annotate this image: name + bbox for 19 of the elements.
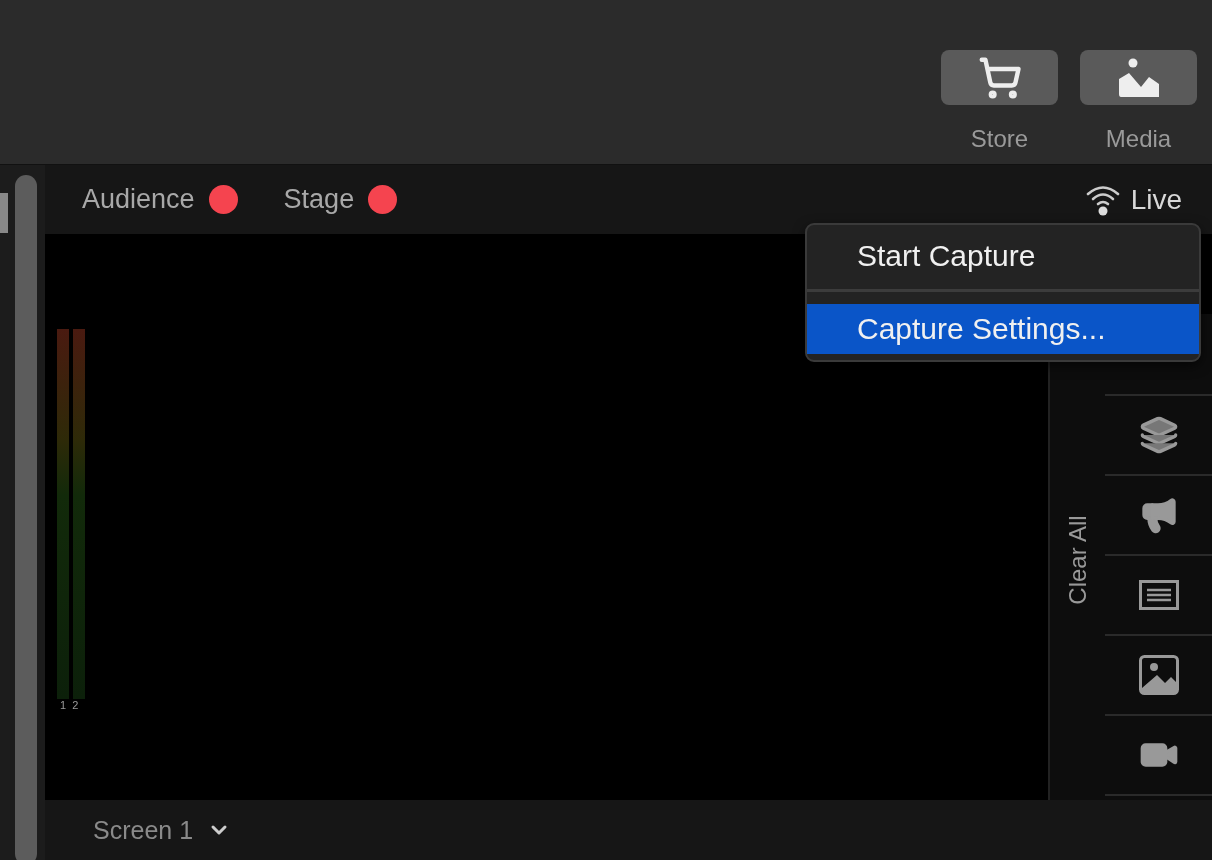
layers-icon xyxy=(1138,415,1179,455)
meter-channel-label: 1 xyxy=(60,699,67,711)
menu-item[interactable]: Start Capture xyxy=(807,231,1199,281)
toolbar-label: Store xyxy=(970,125,1029,153)
output-label: Stage xyxy=(283,184,355,215)
output-label: Audience xyxy=(82,184,195,215)
live-button[interactable]: Live xyxy=(1130,183,1182,216)
cart-icon xyxy=(977,55,1022,100)
store-button[interactable] xyxy=(941,50,1058,105)
text-block-icon xyxy=(1138,580,1179,610)
toolbar-label: Media xyxy=(1105,125,1172,153)
media-button[interactable] xyxy=(1080,50,1197,105)
panel-edge-handle xyxy=(0,193,8,233)
scrollbar-thumb[interactable] xyxy=(15,175,37,860)
menu-item[interactable]: Capture Settings... xyxy=(807,304,1199,354)
clear-all-button[interactable]: Clear All xyxy=(1063,515,1092,605)
meter-channel-label: 2 xyxy=(72,699,79,711)
image-icon xyxy=(1138,655,1179,695)
screen-selector[interactable]: Screen 1 xyxy=(93,815,194,845)
